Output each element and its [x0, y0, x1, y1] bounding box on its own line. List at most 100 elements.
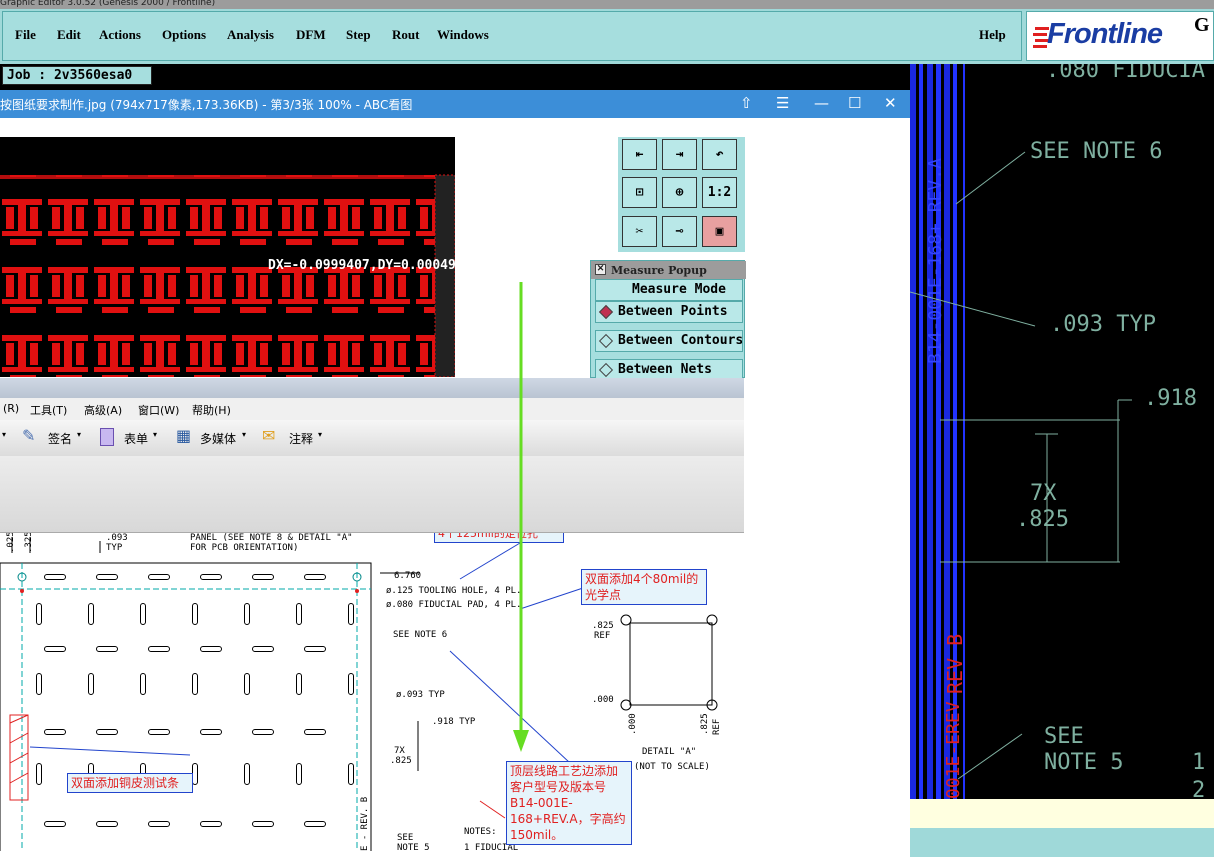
dim-6760: 6.760: [394, 571, 422, 581]
tooling-hole: ø.125 TOOLING HOLE, 4 PL.: [386, 586, 522, 596]
cad-canvas[interactable]: .080 FIDUCIA SEE NOTE 6 .093 TYP .918 7X…: [910, 64, 1214, 799]
slot: [252, 729, 274, 735]
note-fiducial-points: 双面添加4个80mil的光学点: [581, 569, 707, 605]
ref-825-vertical: .825: [700, 713, 710, 735]
slot: [192, 603, 198, 625]
dropdown-icon[interactable]: ▾: [77, 430, 81, 439]
pdf-menu-advanced[interactable]: 高级(A): [84, 402, 122, 418]
pdf-menu-r[interactable]: (R): [3, 402, 19, 415]
cad-status-bar: [910, 828, 1214, 857]
note-copper-strip: 双面添加铜皮测试条: [67, 773, 193, 793]
menu-frame: File Edit Actions Options Analysis DFM S…: [2, 11, 1022, 61]
pdf-menu-window[interactable]: 窗口(W): [138, 402, 179, 418]
dropdown-icon[interactable]: ▾: [153, 430, 157, 439]
menu-dfm[interactable]: DFM: [296, 27, 326, 43]
tool-next-icon[interactable]: ⇥: [662, 139, 697, 170]
slot: [348, 603, 354, 625]
dropdown-icon[interactable]: ▾: [2, 430, 6, 439]
slot: [140, 603, 146, 625]
pdf-toolbar: ▾ ✎ 签名 ▾ 表单 ▾ ▦ 多媒体 ▾ ✉ 注释 ▾: [0, 420, 744, 456]
measure-option-points[interactable]: Between Points: [595, 301, 743, 323]
tool-prev-icon[interactable]: ⇤: [622, 139, 657, 170]
measure-option-points-label: Between Points: [618, 304, 728, 319]
slot: [200, 821, 222, 827]
multimedia-icon: ▦: [176, 426, 192, 445]
toolbar-sign[interactable]: 签名: [48, 430, 72, 447]
slot: [44, 821, 66, 827]
slot: [244, 603, 250, 625]
panel-note: PANEL (SEE NOTE 8 & DETAIL "A": [190, 533, 353, 543]
note-customer-model: 顶层线路工艺边添加客户型号及版本号B14-001E-168+REV.A，字高约1…: [506, 761, 632, 845]
slot: [244, 673, 250, 695]
toolbar-form[interactable]: 表单: [124, 430, 148, 447]
slot: [348, 673, 354, 695]
pdf-document[interactable]: PANEL (SEE NOTE 8 & DETAIL "A" FOR PCB O…: [0, 533, 744, 851]
cad-see: SEE: [1044, 724, 1084, 749]
measure-mode-label: Measure Mode: [595, 279, 743, 301]
cad-rev-vertical: B14-001E-168+ REV.A: [925, 158, 946, 364]
tool-fit-icon[interactable]: ⊡: [622, 177, 657, 208]
tool-icon-panel: ⇤ ⇥ ↶ ⊡ ⊕ 1:2 ✂ ⊸ ▣: [618, 137, 745, 252]
menu-windows[interactable]: Windows: [437, 27, 489, 43]
slot: [252, 821, 274, 827]
pdf-titlebar[interactable]: [0, 378, 744, 398]
slot: [148, 821, 170, 827]
measure-arrow-icon: [513, 282, 529, 752]
menu-help[interactable]: Help: [979, 27, 1006, 43]
dim-093-typ: ø.093 TYP: [396, 690, 445, 700]
cad-7x: 7X: [1030, 481, 1057, 506]
measure-popup-title[interactable]: ✕ Measure Popup: [591, 261, 746, 279]
tool-probe-icon[interactable]: ⊸: [662, 216, 697, 247]
slot: [296, 763, 302, 785]
comment-icon: ✉: [262, 426, 276, 445]
slot: [44, 729, 66, 735]
menu-edit[interactable]: Edit: [57, 27, 81, 43]
close-icon[interactable]: ✕: [884, 94, 897, 112]
cad-typ: .093 TYP: [1050, 312, 1156, 337]
slot: [44, 646, 66, 652]
menu-actions[interactable]: Actions: [99, 27, 141, 43]
tool-zoom-icon[interactable]: ⊕: [662, 177, 697, 208]
viewer-titlebar[interactable]: 按图纸要求制作.jpg (794x717像素,173.36KB) - 第3/3张…: [0, 90, 910, 118]
tool-scale-icon[interactable]: 1:2: [702, 177, 737, 208]
pcb-red-pattern: [0, 174, 455, 377]
toolbar-multimedia[interactable]: 多媒体: [200, 430, 236, 447]
cad-note5: NOTE 5: [1044, 750, 1124, 775]
slot: [252, 646, 274, 652]
slot: [96, 574, 118, 580]
menu-icon[interactable]: ☰: [776, 94, 789, 112]
maximize-icon[interactable]: ☐: [848, 94, 861, 112]
pdf-menu-tools[interactable]: 工具(T): [30, 402, 67, 418]
toolbar-comment[interactable]: 注释: [289, 430, 313, 447]
tool-undo-icon[interactable]: ↶: [702, 139, 737, 170]
tool-measure-icon[interactable]: ▣: [702, 216, 737, 247]
cad-rev-e: 001E-EREV: [943, 701, 964, 799]
see-note6: SEE NOTE 6: [393, 630, 448, 640]
menu-rout[interactable]: Rout: [392, 27, 419, 43]
slot: [36, 763, 42, 785]
viewer-title: 按图纸要求制作.jpg (794x717像素,173.36KB) - 第3/3张…: [0, 98, 413, 112]
pcb-red-image: [0, 137, 455, 377]
slot: [36, 603, 42, 625]
ref-label: REF: [594, 631, 611, 641]
menu-file[interactable]: File: [15, 27, 36, 43]
left-325: .325: [24, 533, 34, 553]
menu-step[interactable]: Step: [346, 27, 371, 43]
measure-close-icon[interactable]: ✕: [595, 264, 606, 275]
menu-analysis[interactable]: Analysis: [227, 27, 274, 43]
dropdown-icon[interactable]: ▾: [242, 430, 246, 439]
not-to-scale: (NOT TO SCALE): [634, 762, 710, 772]
dropdown-icon[interactable]: ▾: [318, 430, 322, 439]
slot: [304, 821, 326, 827]
cad-918: .918: [1144, 386, 1197, 411]
slot: [88, 603, 94, 625]
pdf-menu-help[interactable]: 帮助(H): [192, 402, 231, 418]
menu-options[interactable]: Options: [162, 27, 206, 43]
frontline-logo: Frontline G: [1026, 11, 1214, 61]
pin-icon[interactable]: ⇧: [740, 94, 753, 112]
slot: [96, 729, 118, 735]
minimize-icon[interactable]: —: [814, 94, 829, 112]
tool-cut-icon[interactable]: ✂: [622, 216, 657, 247]
measure-option-contours[interactable]: Between Contours: [595, 330, 743, 352]
measure-popup: ✕ Measure Popup Measure Mode Between Poi…: [590, 260, 746, 381]
